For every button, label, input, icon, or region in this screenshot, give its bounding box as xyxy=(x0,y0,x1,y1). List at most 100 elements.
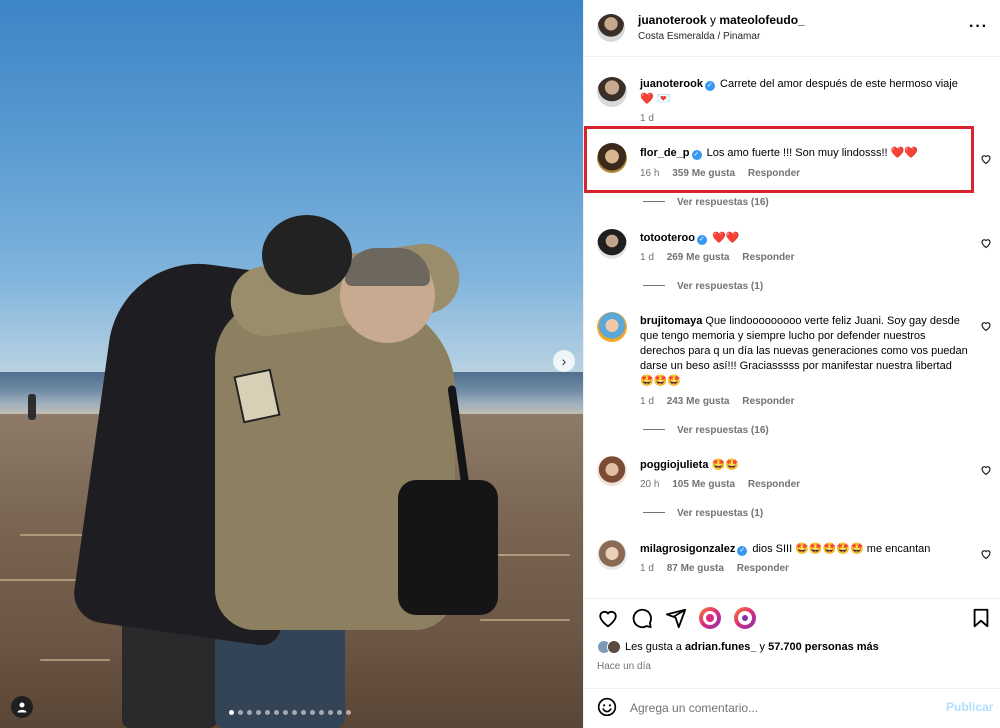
likes-count[interactable]: 243 Me gusta xyxy=(667,396,730,407)
avatar[interactable] xyxy=(597,456,627,486)
smiley-icon[interactable] xyxy=(597,697,617,717)
comment-composer: Publicar xyxy=(584,688,1000,728)
likes-text: Les gusta a adrian.funes_ y 57.700 perso… xyxy=(625,641,879,653)
post-authors: juanoterook y mateolofeudo_ xyxy=(638,13,805,27)
heart-icon[interactable] xyxy=(980,320,992,332)
carousel-dot xyxy=(301,710,306,715)
comment-text: brujitomaya Que lindooooooooo verte feli… xyxy=(640,314,970,389)
comment-meta: 1 d 243 Me gusta Responder xyxy=(640,396,805,407)
comment-emoji: 🤩🤩🤩🤩🤩 xyxy=(795,543,864,555)
shoulder-bag xyxy=(398,480,498,615)
ellipsis-icon: ··· xyxy=(969,18,988,35)
likes-count[interactable]: 269 Me gusta xyxy=(667,252,730,263)
action-bar xyxy=(584,598,1000,638)
comment-input[interactable] xyxy=(630,698,930,718)
location-link[interactable]: Costa Esmeralda / Pinamar xyxy=(638,31,760,42)
likes-count[interactable]: 359 Me gusta xyxy=(672,168,735,179)
comment-username[interactable]: milagrosigonzalez xyxy=(640,543,735,555)
reply-button[interactable]: Responder xyxy=(748,168,800,179)
likes-count[interactable]: 87 Me gusta xyxy=(667,563,724,574)
carousel-dot xyxy=(328,710,333,715)
carousel-dot xyxy=(265,710,270,715)
collab-icon[interactable] xyxy=(699,607,721,629)
comment-username[interactable]: totooteroo xyxy=(640,232,695,244)
author-link[interactable]: mateolofeudo_ xyxy=(719,13,804,27)
comment-username[interactable]: poggiojulieta xyxy=(640,459,708,471)
distant-person xyxy=(28,394,36,420)
post-header: juanoterook y mateolofeudo_ Costa Esmera… xyxy=(584,0,1000,57)
post-photo[interactable]: › xyxy=(0,0,583,728)
comment-body: Los amo fuerte !!! Son muy lindosss!! xyxy=(706,147,888,159)
chevron-right-icon: › xyxy=(561,353,567,369)
remix-icon[interactable] xyxy=(734,607,756,629)
heart-icon[interactable] xyxy=(980,548,992,560)
likes-prefix: Les gusta a xyxy=(625,641,682,653)
timestamp[interactable]: 1 d xyxy=(640,113,654,124)
timestamp[interactable]: 20 h xyxy=(640,479,659,490)
person-head xyxy=(262,215,352,295)
caption-meta: 1 d xyxy=(640,113,664,124)
sand-track xyxy=(480,619,570,621)
carousel-dot xyxy=(337,710,342,715)
comment-body-end: me encantan xyxy=(866,543,931,555)
sand-track xyxy=(40,659,110,661)
comment-emoji: 🤩🤩 xyxy=(711,459,739,471)
timestamp[interactable]: 1 d xyxy=(640,563,654,574)
avatar[interactable] xyxy=(597,229,627,259)
reply-button[interactable]: Responder xyxy=(742,396,794,407)
carousel-indicator xyxy=(229,710,351,715)
avatar xyxy=(607,640,621,654)
comment-text: milagrosigonzalez ✓ dios SIII 🤩🤩🤩🤩🤩 me en… xyxy=(640,542,970,557)
avatar[interactable] xyxy=(597,540,627,570)
publish-button[interactable]: Publicar xyxy=(946,700,993,714)
comment-meta: 20 h 105 Me gusta Responder xyxy=(640,479,810,490)
post-timestamp[interactable]: Hace un día xyxy=(597,661,651,672)
user-icon xyxy=(17,702,27,713)
view-replies-button[interactable]: Ver respuestas (1) xyxy=(643,508,763,519)
paper-plane-icon[interactable] xyxy=(665,607,687,629)
post-sidebar: juanoterook y mateolofeudo_ Costa Esmera… xyxy=(583,0,1000,728)
author-link[interactable]: juanoterook xyxy=(638,13,707,27)
comment-emoji: 🤩🤩🤩 xyxy=(640,375,682,387)
more-options-button[interactable]: ··· xyxy=(969,18,988,36)
verified-badge-icon: ✓ xyxy=(691,150,702,160)
carousel-dot xyxy=(229,710,234,715)
speech-bubble-icon[interactable] xyxy=(631,607,653,629)
avatar[interactable] xyxy=(597,14,625,42)
view-replies-button[interactable]: Ver respuestas (1) xyxy=(643,281,763,292)
reply-button[interactable]: Responder xyxy=(748,479,800,490)
tagged-users-button[interactable] xyxy=(11,696,33,718)
likes-middle: y xyxy=(759,641,766,653)
view-replies-button[interactable]: Ver respuestas (16) xyxy=(643,197,769,208)
carousel-dot xyxy=(319,710,324,715)
avatar[interactable] xyxy=(597,143,627,173)
carousel-dot xyxy=(283,710,288,715)
next-photo-button[interactable]: › xyxy=(553,350,575,372)
verified-badge-icon: ✓ xyxy=(737,546,748,556)
caption-emoji: ❤️ 💌 xyxy=(640,93,671,105)
timestamp[interactable]: 1 d xyxy=(640,252,654,263)
likes-others-link[interactable]: 57.700 personas más xyxy=(768,641,879,653)
comment-username[interactable]: juanoterook xyxy=(640,78,703,90)
carousel-dot xyxy=(256,710,261,715)
view-replies-button[interactable]: Ver respuestas (16) xyxy=(643,425,769,436)
comment-username[interactable]: flor_de_p xyxy=(640,147,690,159)
heart-icon[interactable] xyxy=(980,153,992,165)
likes-count[interactable]: 105 Me gusta xyxy=(672,479,735,490)
heart-icon[interactable] xyxy=(980,237,992,249)
reply-button[interactable]: Responder xyxy=(737,563,789,574)
heart-icon[interactable] xyxy=(980,464,992,476)
carousel-dot xyxy=(346,710,351,715)
timestamp[interactable]: 16 h xyxy=(640,168,659,179)
liker-link[interactable]: adrian.funes_ xyxy=(685,641,757,653)
reply-button[interactable]: Responder xyxy=(742,252,794,263)
carousel-dot xyxy=(274,710,279,715)
avatar[interactable] xyxy=(597,312,627,342)
carousel-dot xyxy=(238,710,243,715)
timestamp[interactable]: 1 d xyxy=(640,396,654,407)
avatar[interactable] xyxy=(597,77,627,107)
comment-username[interactable]: brujitomaya xyxy=(640,315,702,327)
heart-icon[interactable] xyxy=(597,607,619,629)
bookmark-icon[interactable] xyxy=(970,607,992,629)
person-hair xyxy=(345,248,430,286)
